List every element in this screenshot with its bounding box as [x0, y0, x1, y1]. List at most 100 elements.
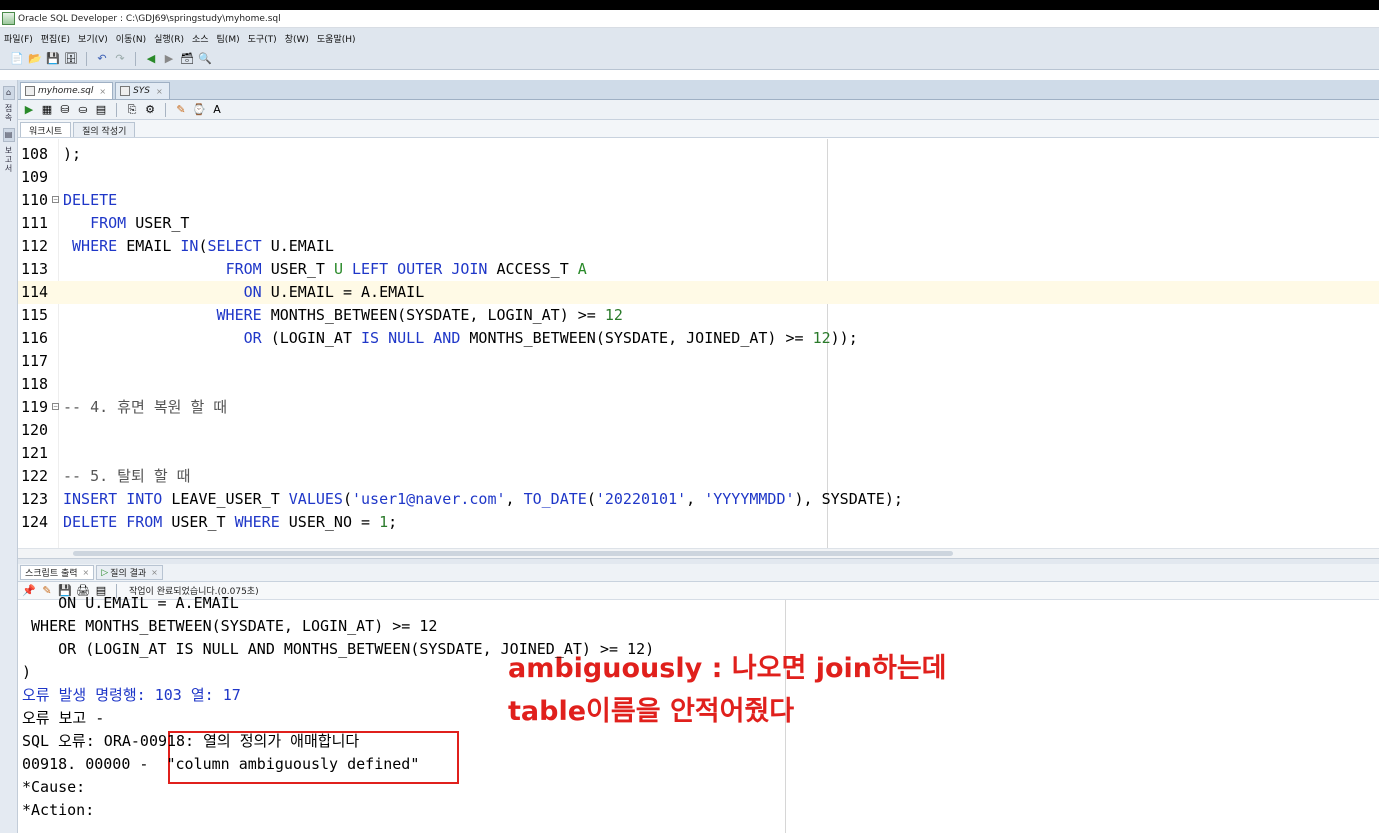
save-all-icon[interactable]: 🗄 — [64, 52, 78, 66]
output-line: *Cause: — [22, 778, 86, 796]
autotrace-icon[interactable]: ▤ — [94, 103, 108, 117]
tab-script-output[interactable]: 스크립트 출력 × — [20, 565, 95, 580]
history-icon[interactable]: ⌚ — [192, 103, 206, 117]
line-number: 116 — [21, 329, 49, 347]
sql-connection-icon[interactable]: 🗃 — [180, 52, 194, 66]
new-file-icon[interactable]: 📄 — [10, 52, 24, 66]
fold-toggle-icon[interactable]: − — [52, 403, 59, 410]
menu-file[interactable]: 파일(F) — [4, 32, 33, 45]
line-number: 114 — [21, 283, 49, 301]
rail-label-connections[interactable]: 접속 — [3, 104, 15, 122]
menu-window[interactable]: 창(W) — [285, 32, 309, 45]
rail-label-reports[interactable]: 보고서 — [3, 146, 15, 173]
undo-icon[interactable]: ↶ — [95, 52, 109, 66]
line-number: 120 — [21, 421, 49, 439]
sql-tuning-icon[interactable]: ⚙ — [143, 103, 157, 117]
code-line[interactable]: 113 FROM USER_T U LEFT OUTER JOIN ACCESS… — [18, 258, 1379, 281]
line-number: 119 — [21, 398, 49, 416]
menu-edit[interactable]: 편집(E) — [41, 32, 70, 45]
worksheet-subtabs: 워크시트 질의 작성기 — [18, 120, 1379, 138]
format-icon[interactable]: A — [210, 103, 224, 117]
output-line: ) — [22, 663, 32, 681]
play-icon: ▷ — [101, 567, 109, 578]
toolbar-separator — [135, 51, 136, 66]
code-line[interactable]: 112 WHERE EMAIL IN(SELECT U.EMAIL — [18, 235, 1379, 258]
run-script-icon[interactable]: ▦ — [40, 103, 54, 117]
tab-sys[interactable]: SYS × — [115, 82, 170, 99]
tab-query-result[interactable]: ▷ 질의 결과 × — [96, 565, 163, 580]
code-text: WHERE MONTHS_BETWEEN(SYSDATE, LOGIN_AT) … — [216, 306, 623, 324]
code-line[interactable]: 108); — [18, 143, 1379, 166]
forward-icon[interactable]: ▶ — [162, 52, 176, 66]
line-number: 123 — [21, 490, 49, 508]
code-line[interactable]: 114 ON U.EMAIL = A.EMAIL — [18, 281, 1379, 304]
editor-toolbar: ▶ ▦ ⛁ ⛀ ▤ ⎘ ⚙ ✎ ⌚ A — [18, 100, 1379, 120]
toolbar-separator — [165, 102, 166, 117]
line-number: 108 — [21, 145, 49, 163]
sql-file-icon — [120, 86, 131, 96]
output-line: SQL 오류: ORA-00918: 열의 정의가 애매합니다 — [22, 732, 360, 750]
output-tabs: 스크립트 출력 × ▷ 질의 결과 × — [18, 564, 1379, 582]
code-text: FROM USER_T — [90, 214, 190, 232]
code-line[interactable]: 118 — [18, 373, 1379, 396]
open-folder-icon[interactable]: 📂 — [28, 52, 42, 66]
rollback-icon[interactable]: ⛀ — [76, 103, 90, 117]
script-output[interactable]: ambiguously : 나오면 join하는데 table이름을 안적어줬다… — [18, 594, 1379, 833]
back-icon[interactable]: ◀ — [144, 52, 158, 66]
tab-worksheet[interactable]: 워크시트 — [20, 122, 72, 137]
editor-horizontal-scrollbar[interactable] — [18, 548, 1379, 558]
output-line: WHERE MONTHS_BETWEEN(SYSDATE, LOGIN_AT) … — [22, 617, 438, 635]
main-toolbar: 📄 📂 💾 🗄 ↶ ↷ ◀ ▶ 🗃 🔍 — [0, 48, 1379, 70]
code-line[interactable]: 119− -- 4. 휴면 복원 할 때 — [18, 396, 1379, 419]
window-title: Oracle SQL Developer : C:\GDJ69\springst… — [18, 13, 281, 24]
code-text: WHERE EMAIL IN(SELECT U.EMAIL — [72, 237, 334, 255]
menu-tools[interactable]: 도구(T) — [248, 32, 277, 45]
code-line[interactable]: 110− DELETE — [18, 189, 1379, 212]
code-line[interactable]: 120 — [18, 419, 1379, 442]
menu-help[interactable]: 도움말(H) — [317, 32, 356, 45]
menu-team[interactable]: 팀(M) — [217, 32, 240, 45]
code-line[interactable]: 115 WHERE MONTHS_BETWEEN(SYSDATE, LOGIN_… — [18, 304, 1379, 327]
line-number: 111 — [21, 214, 49, 232]
output-line: 오류 발생 명령행: 103 열: 17 — [22, 686, 241, 704]
fold-toggle-icon[interactable]: − — [52, 196, 59, 203]
commit-icon[interactable]: ⛁ — [58, 103, 72, 117]
code-line[interactable]: 109 — [18, 166, 1379, 189]
close-icon[interactable]: × — [83, 568, 90, 577]
menu-view[interactable]: 보기(V) — [78, 32, 108, 45]
code-line[interactable]: 111 FROM USER_T — [18, 212, 1379, 235]
code-line[interactable]: 123 INSERT INTO LEAVE_USER_T VALUES('user… — [18, 488, 1379, 511]
code-line[interactable]: 117 — [18, 350, 1379, 373]
code-line[interactable]: 124 DELETE FROM USER_T WHERE USER_NO = 1; — [18, 511, 1379, 534]
run-statement-icon[interactable]: ▶ — [22, 103, 36, 117]
connections-rail-icon[interactable]: ⌂ — [2, 86, 15, 100]
menu-run[interactable]: 실행(R) — [154, 32, 184, 45]
toolbar-separator — [86, 51, 87, 66]
binoculars-icon[interactable]: 🔍 — [198, 52, 212, 66]
close-icon[interactable]: × — [151, 568, 158, 577]
menu-source[interactable]: 소스 — [192, 32, 209, 45]
tab-query-builder[interactable]: 질의 작성기 — [73, 122, 136, 137]
output-line: ON U.EMAIL = A.EMAIL — [22, 594, 239, 612]
output-line: 오류 보고 - — [22, 709, 105, 727]
reports-rail-icon[interactable]: ▤ — [2, 128, 15, 142]
code-line[interactable]: 121 — [18, 442, 1379, 465]
workspace: ⌂ 접속 ▤ 보고서 myhome.sql × SYS × ▶ ▦ ⛁ ⛀ ▤ … — [0, 80, 1379, 833]
clear-icon[interactable]: ✎ — [174, 103, 188, 117]
title-bar: Oracle SQL Developer : C:\GDJ69\springst… — [0, 10, 1379, 28]
redo-icon[interactable]: ↷ — [113, 52, 127, 66]
code-editor[interactable]: 108); 109 110− DELETE 111 FROM USER_T 112 WHE… — [18, 139, 1379, 548]
code-line[interactable]: 122 -- 5. 탈퇴 할 때 — [18, 465, 1379, 488]
code-line[interactable]: 116 OR (LOGIN_AT IS NULL AND MONTHS_BETW… — [18, 327, 1379, 350]
close-icon[interactable]: × — [99, 87, 106, 96]
code-text: INSERT INTO LEAVE_USER_T VALUES('user1@n… — [63, 490, 903, 508]
scrollbar-thumb[interactable] — [73, 551, 953, 556]
line-number: 112 — [21, 237, 49, 255]
explain-plan-icon[interactable]: ⎘ — [125, 103, 139, 117]
line-number: 113 — [21, 260, 49, 278]
menu-navigate[interactable]: 이동(N) — [116, 32, 146, 45]
tab-myhome-sql[interactable]: myhome.sql × — [20, 82, 114, 99]
save-icon[interactable]: 💾 — [46, 52, 60, 66]
code-text: ); — [63, 145, 82, 163]
close-icon[interactable]: × — [156, 87, 163, 96]
